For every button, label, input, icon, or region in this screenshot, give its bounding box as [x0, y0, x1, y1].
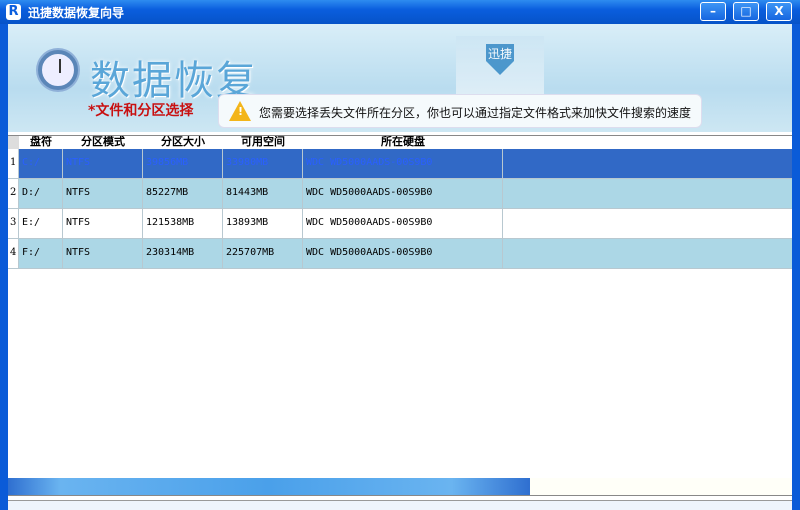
drive-cell[interactable]: D:/: [19, 179, 63, 209]
fs-cell[interactable]: NTFS: [63, 209, 143, 239]
row-number: 1: [8, 149, 19, 179]
drive-cell[interactable]: C:/: [19, 149, 63, 179]
title-bar: R 迅捷数据恢复向导 – □ X: [0, 0, 800, 24]
column-header[interactable]: 分区模式: [63, 136, 143, 149]
free-cell[interactable]: 225707MB: [223, 239, 303, 269]
horizontal-scrollbar[interactable]: [8, 478, 792, 496]
empty-cell[interactable]: [503, 149, 792, 179]
scrollbar-thumb[interactable]: [8, 478, 530, 495]
size-cell[interactable]: 121538MB: [143, 209, 223, 239]
banner-badge: 迅捷: [486, 44, 514, 75]
client-area: 数据恢复 迅捷 *文件和分区选择 ! 您需要选择丢失文件所在分区，你也可以通过指…: [8, 24, 792, 510]
column-header[interactable]: 分区大小: [143, 136, 223, 149]
drive-cell[interactable]: E:/: [19, 209, 63, 239]
row-number: 4: [8, 239, 19, 269]
disk-cell[interactable]: WDC WD5000AADS-00S9B0: [303, 179, 503, 209]
fs-cell[interactable]: NTFS: [63, 179, 143, 209]
empty-cell[interactable]: [503, 179, 792, 209]
table-row[interactable]: 3 E:/ NTFS 121538MB 13893MB WDC WD5000AA…: [8, 209, 792, 239]
window-title: 迅捷数据恢复向导: [28, 6, 125, 20]
fs-cell[interactable]: NTFS: [63, 149, 143, 179]
minimize-button[interactable]: –: [700, 2, 726, 21]
size-cell[interactable]: 39856MB: [143, 149, 223, 179]
table-row[interactable]: 1 C:/ NTFS 39856MB 33980MB WDC WD5000AAD…: [8, 149, 792, 179]
fs-cell[interactable]: NTFS: [63, 239, 143, 269]
clock-icon: [38, 50, 78, 90]
close-button[interactable]: X: [766, 2, 792, 21]
free-cell[interactable]: 81443MB: [223, 179, 303, 209]
maximize-button[interactable]: □: [733, 2, 759, 21]
size-cell[interactable]: 230314MB: [143, 239, 223, 269]
free-cell[interactable]: 33980MB: [223, 149, 303, 179]
drive-cell[interactable]: F:/: [19, 239, 63, 269]
size-cell[interactable]: 85227MB: [143, 179, 223, 209]
disk-cell[interactable]: WDC WD5000AADS-00S9B0: [303, 239, 503, 269]
tip-text: 您需要选择丢失文件所在分区，你也可以通过指定文件格式来加快文件搜索的速度: [259, 106, 692, 120]
app-logo-icon: R: [6, 4, 21, 20]
column-header[interactable]: 盘符: [19, 136, 63, 149]
empty-cell[interactable]: [503, 209, 792, 239]
footer-bar: [8, 500, 792, 510]
row-number: 3: [8, 209, 19, 239]
row-number: 2: [8, 179, 19, 209]
table-header: 盘符 分区模式 分区大小 可用空间 所在硬盘: [8, 136, 792, 149]
table-row[interactable]: 4 F:/ NTFS 230314MB 225707MB WDC WD5000A…: [8, 239, 792, 269]
free-cell[interactable]: 13893MB: [223, 209, 303, 239]
header-banner: 数据恢复 迅捷 *文件和分区选择 ! 您需要选择丢失文件所在分区，你也可以通过指…: [8, 24, 792, 132]
column-header[interactable]: 所在硬盘: [303, 136, 503, 149]
disk-cell[interactable]: WDC WD5000AADS-00S9B0: [303, 209, 503, 239]
table-row[interactable]: 2 D:/ NTFS 85227MB 81443MB WDC WD5000AAD…: [8, 179, 792, 209]
partition-table: 盘符 分区模式 分区大小 可用空间 所在硬盘 1 C:/ NTFS 39856M…: [8, 135, 792, 478]
column-header[interactable]: 可用空间: [223, 136, 303, 149]
empty-cell[interactable]: [503, 239, 792, 269]
warning-icon: !: [229, 101, 251, 121]
step-label: *文件和分区选择: [88, 103, 194, 119]
corner-cell: [8, 136, 19, 149]
tip-box: ! 您需要选择丢失文件所在分区，你也可以通过指定文件格式来加快文件搜索的速度: [218, 94, 702, 128]
disk-cell[interactable]: WDC WD5000AADS-00S9B0: [303, 149, 503, 179]
